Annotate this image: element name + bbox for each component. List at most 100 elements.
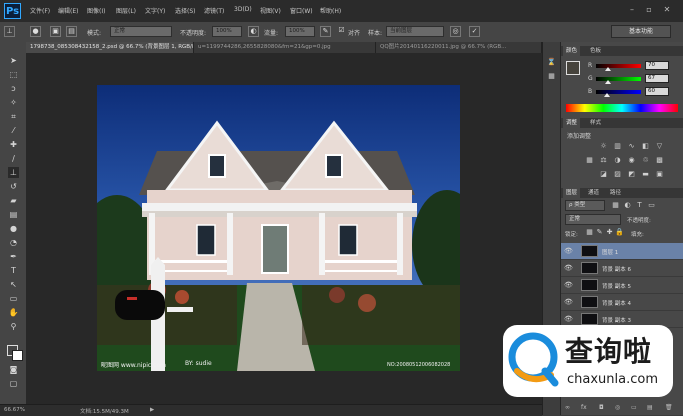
pen-tool-icon[interactable]: ✒ [8, 251, 19, 262]
shape-tool-icon[interactable]: ▭ [8, 293, 19, 304]
exposure-icon[interactable]: ◧ [641, 142, 650, 151]
menu-filter[interactable]: 滤镜(T) [204, 6, 224, 15]
lock-image-icon[interactable]: ✎ [595, 228, 604, 237]
tab-layers[interactable]: 图层 [563, 188, 581, 198]
minimize-icon[interactable]: – [626, 4, 638, 16]
layer-style-icon[interactable]: fx [581, 404, 587, 411]
red-slider[interactable] [596, 64, 641, 71]
menu-image[interactable]: 图像(I) [87, 6, 105, 15]
clone-stamp-tool-icon[interactable]: ⊥ [4, 26, 15, 37]
menu-type[interactable]: 文字(Y) [145, 6, 165, 15]
airbrush-icon[interactable]: ✎ [320, 26, 331, 37]
opacity-input[interactable]: 100% [212, 26, 242, 37]
document-tab[interactable]: QQ图片20140116220011.jpg @ 66.7% (RGB... [376, 42, 542, 53]
curves-icon[interactable]: ∿ [627, 142, 636, 151]
layer-row[interactable]: 👁 背景 副本 5 [561, 277, 683, 294]
blue-slider-thumb[interactable] [603, 93, 610, 97]
blur-tool-icon[interactable]: ● [8, 223, 19, 234]
pressure-size-icon[interactable]: ✓ [469, 26, 480, 37]
quick-mask-icon[interactable]: ◙ [8, 364, 19, 375]
new-group-icon[interactable]: ▭ [631, 404, 637, 411]
foreground-color-swatch[interactable] [566, 61, 580, 75]
tab-swatches[interactable]: 色板 [587, 46, 604, 56]
tab-channels[interactable]: 通道 [585, 188, 602, 198]
channel-mixer-icon[interactable]: ♲ [641, 156, 650, 165]
menu-select[interactable]: 选择(S) [175, 6, 196, 15]
pressure-opacity-icon[interactable]: ◐ [248, 26, 259, 37]
crop-tool-icon[interactable]: ⌗ [8, 111, 19, 122]
filter-shape-icon[interactable]: ▭ [647, 201, 656, 210]
document-tab-active[interactable]: 1798738_085308432158_2.psd @ 66.7% (背景图层… [26, 42, 194, 53]
hue-saturation-icon[interactable]: ▦ [585, 156, 594, 165]
mode-select[interactable]: 正常 [110, 26, 172, 37]
green-slider-thumb[interactable] [604, 80, 611, 84]
layer-row[interactable]: 👁 背景 副本 4 [561, 294, 683, 311]
black-white-icon[interactable]: ◑ [613, 156, 622, 165]
vibrance-icon[interactable]: ▽ [655, 142, 664, 151]
zoom-level[interactable]: 66.67% [4, 407, 25, 413]
menu-edit[interactable]: 编辑(E) [58, 6, 78, 15]
brush-panel-icon[interactable]: ▣ [50, 26, 61, 37]
marquee-tool-icon[interactable]: ⬚ [8, 69, 19, 80]
posterize-icon[interactable]: ▨ [613, 170, 622, 179]
eye-icon[interactable]: 👁 [564, 264, 573, 272]
delete-layer-icon[interactable]: 🗑 [665, 404, 673, 411]
document-canvas-image[interactable]: 昵图网 www.nipic.com BY: sudie NO:200805120… [97, 85, 460, 371]
eye-icon[interactable]: 👁 [564, 298, 573, 306]
filter-pixel-icon[interactable]: ▦ [611, 201, 620, 210]
align-checkbox[interactable]: ☑ [336, 26, 347, 37]
workspace-button[interactable]: 基本功能 [611, 25, 671, 38]
red-slider-thumb[interactable] [605, 67, 612, 71]
lock-transparent-icon[interactable]: ▦ [585, 228, 594, 237]
status-menu-arrow-icon[interactable]: ▶ [150, 407, 154, 413]
invert-icon[interactable]: ◪ [599, 170, 608, 179]
menu-window[interactable]: 窗口(W) [290, 6, 313, 15]
close-icon[interactable]: ✕ [661, 4, 673, 16]
zoom-tool-icon[interactable]: ⚲ [8, 321, 19, 332]
filter-adjust-icon[interactable]: ◐ [623, 201, 632, 210]
brush-preset-icon[interactable]: ● [30, 26, 41, 37]
lock-all-icon[interactable]: 🔒 [615, 228, 624, 237]
hand-tool-icon[interactable]: ✋ [8, 307, 19, 318]
photo-filter-icon[interactable]: ◉ [627, 156, 636, 165]
menu-3d[interactable]: 3D(D) [234, 6, 252, 13]
filter-type-icon[interactable]: T [635, 201, 644, 210]
brush-tool-icon[interactable]: ∕ [8, 153, 19, 164]
link-layers-icon[interactable]: ∞ [565, 404, 570, 411]
history-panel-icon[interactable]: ⌛ [547, 58, 556, 67]
ignore-adjustment-icon[interactable]: ◎ [450, 26, 461, 37]
layer-mask-icon[interactable]: ◘ [599, 404, 604, 411]
type-tool-icon[interactable]: T [8, 265, 19, 276]
actions-panel-icon[interactable]: ▦ [547, 72, 556, 81]
eyedropper-tool-icon[interactable]: ⁄ [8, 125, 19, 136]
red-value[interactable]: 70 [645, 61, 669, 70]
color-lookup-icon[interactable]: ▩ [655, 156, 664, 165]
lock-position-icon[interactable]: ✚ [605, 228, 614, 237]
clone-stamp-tool-icon[interactable]: ⊥ [8, 167, 19, 178]
path-select-tool-icon[interactable]: ↖ [8, 279, 19, 290]
brightness-icon[interactable]: ☼ [599, 142, 608, 151]
menu-layer[interactable]: 图层(L) [116, 6, 136, 15]
eraser-tool-icon[interactable]: ▰ [8, 195, 19, 206]
background-color-swatch[interactable] [12, 350, 23, 361]
tab-color[interactable]: 颜色 [563, 46, 581, 56]
healing-brush-tool-icon[interactable]: ✚ [8, 139, 19, 150]
layer-row[interactable]: 👁 背景 副本 6 [561, 260, 683, 277]
flow-input[interactable]: 100% [285, 26, 315, 37]
adjustment-layer-icon[interactable]: ◎ [615, 404, 620, 411]
screen-mode-icon[interactable]: ▢ [8, 378, 19, 389]
layer-row-selected[interactable]: 👁 图层 1 [561, 243, 683, 260]
selective-color-icon[interactable]: ▣ [655, 170, 664, 179]
document-tab[interactable]: u=1199744286,2655828080&fm=21&gp=0.jpg [194, 42, 376, 53]
eye-icon[interactable]: 👁 [564, 315, 573, 323]
levels-icon[interactable]: ▥ [613, 142, 622, 151]
color-spectrum-bar[interactable] [566, 104, 678, 112]
green-value[interactable]: 67 [645, 74, 669, 83]
tab-styles[interactable]: 样式 [587, 118, 604, 128]
sample-select[interactable]: 当前图层 [386, 26, 444, 37]
menu-file[interactable]: 文件(F) [30, 6, 50, 15]
gradient-map-icon[interactable]: ▬ [641, 170, 650, 179]
eye-icon[interactable]: 👁 [564, 281, 573, 289]
move-tool-icon[interactable]: ➤ [8, 55, 19, 66]
color-balance-icon[interactable]: ⚖ [599, 156, 608, 165]
